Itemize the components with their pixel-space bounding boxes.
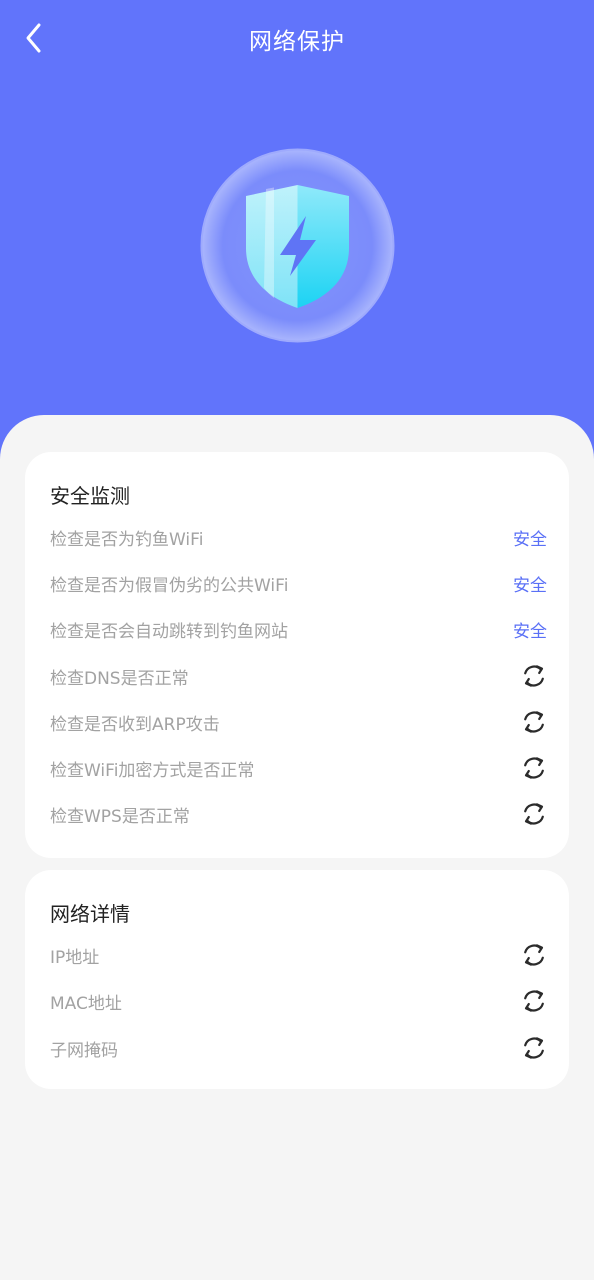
- row-label: IP地址: [50, 947, 100, 968]
- page-title: 网络保护: [249, 29, 345, 55]
- row-label: 检查是否收到ARP攻击: [50, 714, 220, 735]
- check-row-dns[interactable]: 检查DNS是否正常: [50, 653, 547, 699]
- row-label: MAC地址: [50, 993, 122, 1014]
- refresh-icon[interactable]: [521, 1035, 547, 1061]
- status-safe: 安全: [513, 529, 547, 550]
- status-safe: 安全: [513, 575, 547, 596]
- card-title: 安全监测: [50, 484, 130, 508]
- refresh-icon[interactable]: [521, 988, 547, 1014]
- refresh-icon[interactable]: [521, 663, 547, 689]
- check-row-wifi-encryption[interactable]: 检查WiFi加密方式是否正常: [50, 745, 547, 791]
- shield-lightning-icon: [200, 148, 395, 343]
- network-protection-screen: 网络保护 安全监测 检查是否为钓鱼WiFi 安全 检查是否为假冒伪劣的公共WiF…: [0, 0, 594, 1280]
- row-label: 检查是否为假冒伪劣的公共WiFi: [50, 575, 289, 596]
- status-safe: 安全: [513, 621, 547, 642]
- check-row-phishing-redirect[interactable]: 检查是否会自动跳转到钓鱼网站 安全: [50, 606, 547, 652]
- refresh-icon[interactable]: [521, 801, 547, 827]
- network-details-card: 网络详情 IP地址 MAC地址 子网掩码: [25, 870, 569, 1089]
- refresh-icon[interactable]: [521, 942, 547, 968]
- security-monitor-card: 安全监测 检查是否为钓鱼WiFi 安全 检查是否为假冒伪劣的公共WiFi 安全 …: [25, 452, 569, 858]
- row-label: 检查是否为钓鱼WiFi: [50, 529, 204, 550]
- row-label: 检查是否会自动跳转到钓鱼网站: [50, 621, 288, 642]
- card-title: 网络详情: [50, 902, 130, 926]
- row-label: 检查WPS是否正常: [50, 806, 190, 827]
- detail-row-ip-address[interactable]: IP地址: [50, 932, 547, 978]
- detail-row-mac-address[interactable]: MAC地址: [50, 978, 547, 1024]
- hero-banner: 网络保护: [0, 0, 594, 460]
- check-row-phishing-wifi[interactable]: 检查是否为钓鱼WiFi 安全: [50, 514, 547, 560]
- check-row-arp-attack[interactable]: 检查是否收到ARP攻击: [50, 699, 547, 745]
- row-label: 检查DNS是否正常: [50, 668, 189, 689]
- detail-row-subnet-mask[interactable]: 子网掩码: [50, 1025, 547, 1071]
- check-row-wps[interactable]: 检查WPS是否正常: [50, 791, 547, 837]
- refresh-icon[interactable]: [521, 709, 547, 735]
- refresh-icon[interactable]: [521, 755, 547, 781]
- check-row-fake-public-wifi[interactable]: 检查是否为假冒伪劣的公共WiFi 安全: [50, 560, 547, 606]
- row-label: 子网掩码: [50, 1040, 118, 1061]
- row-label: 检查WiFi加密方式是否正常: [50, 760, 255, 781]
